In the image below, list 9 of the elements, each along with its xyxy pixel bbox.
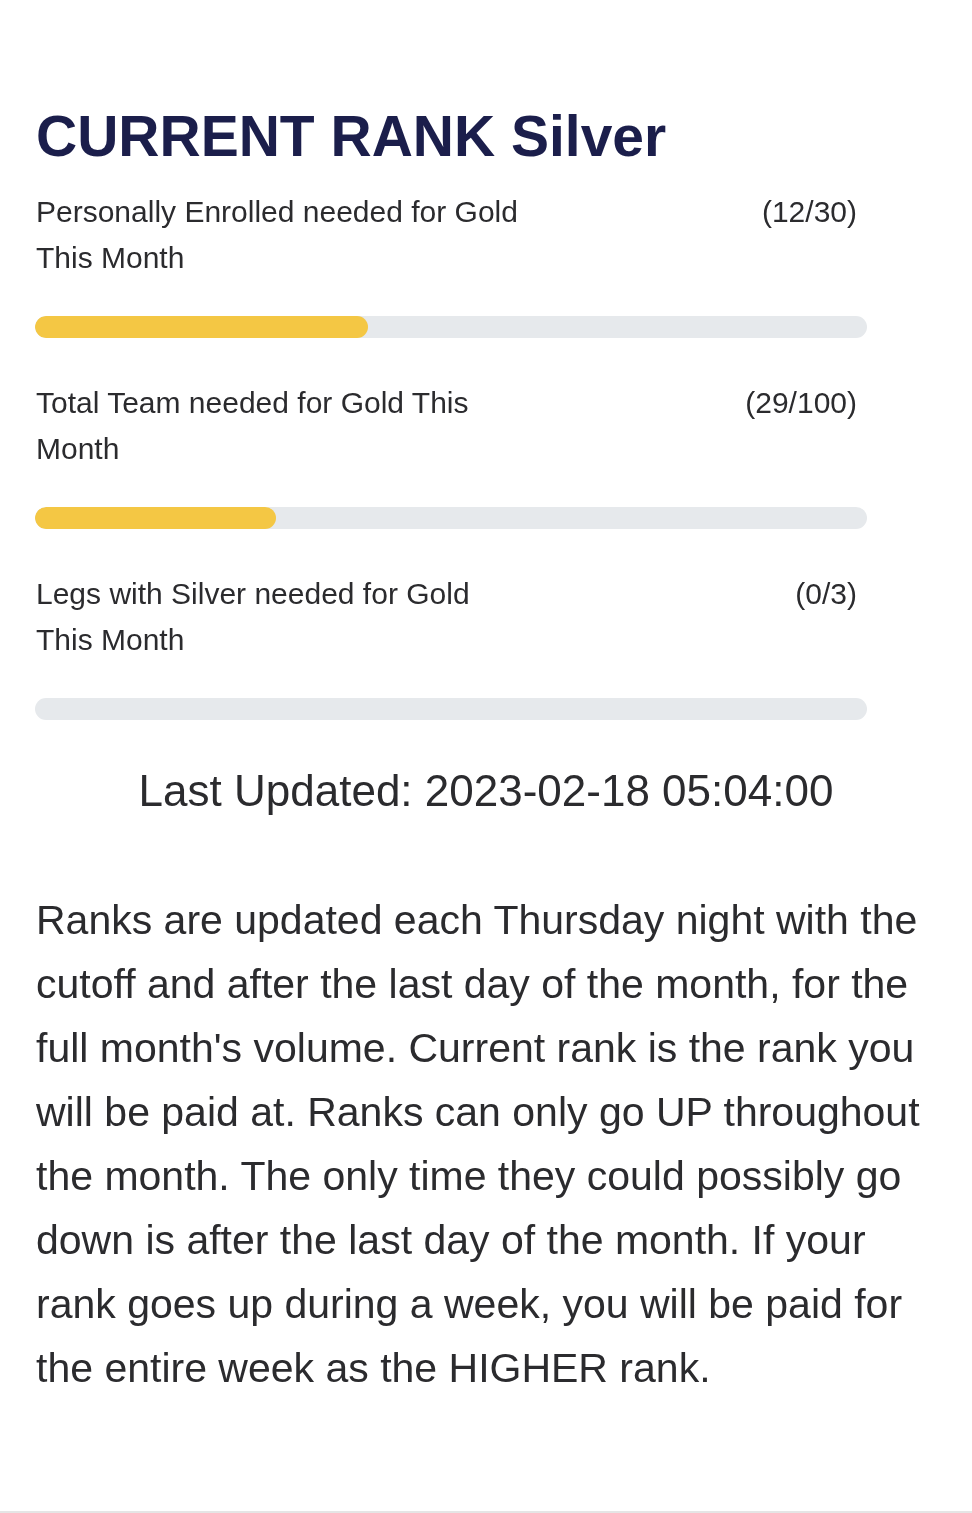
last-updated-text: Last Updated: 2023-02-18 05:04:00 [138, 765, 834, 817]
requirement-count: (12/30) [761, 194, 857, 230]
requirement-label: Personally Enrolled needed for Gold This Month [36, 194, 519, 276]
page-title: CURRENT RANK Silver [36, 103, 667, 169]
requirement-count: (0/3) [795, 576, 857, 612]
requirement-label: Legs with Silver needed for Gold This Month [36, 576, 471, 658]
requirement-count: (29/100) [745, 385, 857, 421]
rank-info-paragraph: Ranks are updated each Thursday night with the cutoff and after the last day of the month, for the full month's volume. Current rank is the rank you will be paid at. Ranks can only go UP throughout the month. The only time they could possibly go down is after the last day of the month. If your rank goes up during a week, you will be paid for the entire week as the HIGHER rank. [36, 896, 921, 1393]
requirement-label: Total Team needed for Gold This Month [36, 385, 470, 467]
